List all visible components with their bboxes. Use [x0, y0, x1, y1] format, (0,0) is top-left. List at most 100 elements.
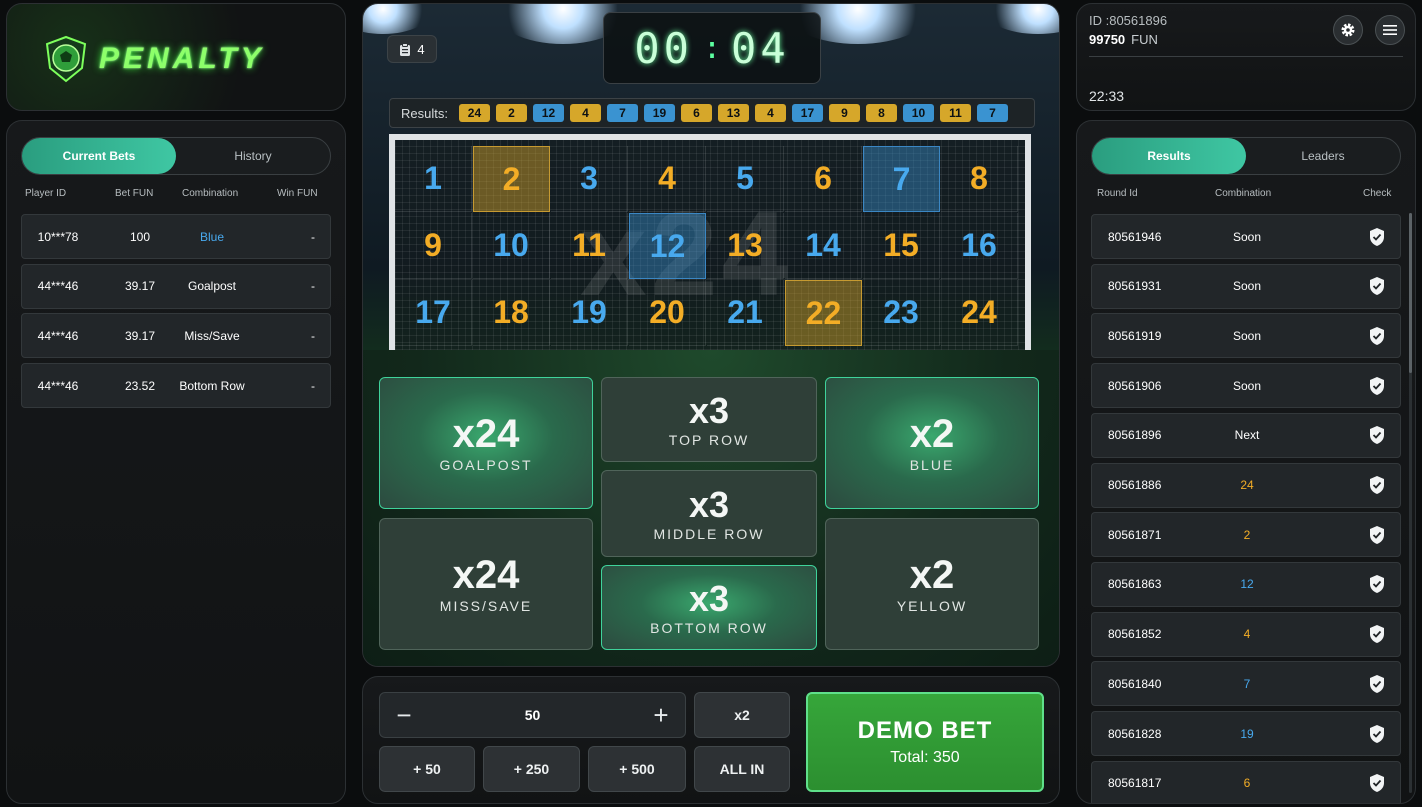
- goal-cell[interactable]: 5: [707, 146, 784, 212]
- option-name: BLUE: [909, 457, 955, 473]
- add-250-button[interactable]: + 250: [483, 746, 580, 792]
- menu-button[interactable]: [1375, 15, 1405, 45]
- demo-bet-button[interactable]: DEMO BET Total: 350: [806, 692, 1044, 792]
- option-bottom-row[interactable]: x3 BOTTOM ROW: [601, 565, 817, 650]
- account-id: ID :80561896: [1089, 13, 1168, 28]
- round-combination: 12: [1240, 577, 1254, 592]
- goal-cell[interactable]: 15: [863, 213, 940, 279]
- option-middle-row[interactable]: x3 MIDDLE ROW: [601, 470, 817, 557]
- all-in-button[interactable]: ALL IN: [694, 746, 790, 792]
- verify-shield-icon[interactable]: [1368, 574, 1386, 594]
- goal-cell[interactable]: 18: [473, 280, 550, 346]
- demo-bet-label: DEMO BET: [857, 717, 993, 744]
- verify-shield-icon[interactable]: [1368, 376, 1386, 396]
- goal-cell[interactable]: 10: [473, 213, 550, 279]
- goal-cell[interactable]: 8: [941, 146, 1018, 212]
- option-top-row[interactable]: x3 TOP ROW: [601, 377, 817, 462]
- bet-win: -: [311, 279, 315, 294]
- result-row: 80561886 24: [1091, 462, 1401, 508]
- add-500-button[interactable]: + 500: [588, 746, 686, 792]
- option-name: MISS/SAVE: [439, 598, 533, 614]
- verify-shield-icon[interactable]: [1368, 674, 1386, 694]
- goal-cell[interactable]: 14: [785, 213, 862, 279]
- round-id: 80561919: [1108, 328, 1162, 343]
- soccer-ball-icon: [45, 35, 87, 83]
- goal-cell[interactable]: 4: [629, 146, 706, 212]
- verify-shield-icon[interactable]: [1368, 624, 1386, 644]
- goal-cell[interactable]: 22: [785, 280, 862, 346]
- scrollbar-thumb[interactable]: [1409, 213, 1412, 373]
- option-miss-save[interactable]: x24 MISS/SAVE: [379, 518, 593, 650]
- tab-leaders[interactable]: Leaders: [1246, 138, 1400, 174]
- goal-cell[interactable]: 2: [473, 146, 550, 212]
- verify-shield-icon[interactable]: [1368, 475, 1386, 495]
- goal-cell[interactable]: 11: [551, 213, 628, 279]
- round-id: 80561886: [1108, 478, 1162, 492]
- option-multiplier: x2: [909, 412, 955, 456]
- goal-cell[interactable]: 9: [395, 213, 472, 279]
- verify-shield-icon[interactable]: [1368, 773, 1386, 793]
- round-combination: Next: [1234, 428, 1260, 443]
- goal-cell[interactable]: 24: [941, 280, 1018, 346]
- account-panel: ID :80561896 99750 FUN 22:33: [1076, 3, 1416, 111]
- round-combination: Soon: [1232, 279, 1262, 294]
- gear-icon: [1341, 23, 1355, 37]
- bet-amount: 100: [129, 229, 151, 244]
- verify-shield-icon[interactable]: [1368, 276, 1386, 296]
- double-bet-button[interactable]: x2: [694, 692, 790, 738]
- option-multiplier: x3: [688, 577, 730, 619]
- tab-results[interactable]: Results: [1092, 138, 1246, 174]
- bet-amount-value[interactable]: 50: [440, 693, 625, 737]
- verify-shield-icon[interactable]: [1368, 227, 1386, 247]
- results-panel: Results Leaders Round Id Combination Che…: [1076, 120, 1416, 804]
- goal-cell[interactable]: 19: [551, 280, 628, 346]
- header-check: Check: [1363, 188, 1392, 199]
- result-chip: 4: [754, 104, 786, 122]
- round-combination: Soon: [1232, 229, 1262, 244]
- option-name: YELLOW: [896, 598, 968, 614]
- bet-player-id: 44***46: [37, 378, 79, 393]
- goal-cell[interactable]: 23: [863, 280, 940, 346]
- goal-cell[interactable]: 20: [629, 280, 706, 346]
- header-bet: Bet FUN: [115, 188, 154, 199]
- result-chip: 12: [532, 104, 564, 122]
- verify-shield-icon[interactable]: [1368, 326, 1386, 346]
- header-combination: Combination: [182, 188, 239, 199]
- verify-shield-icon[interactable]: [1368, 724, 1386, 744]
- goal-cell[interactable]: 1: [395, 146, 472, 212]
- option-yellow[interactable]: x2 YELLOW: [825, 518, 1039, 650]
- settings-button[interactable]: [1333, 15, 1363, 45]
- goal-cell[interactable]: 17: [395, 280, 472, 346]
- tab-history[interactable]: History: [176, 138, 330, 174]
- result-row: 80561931 Soon: [1091, 263, 1401, 309]
- round-badge[interactable]: 4: [387, 35, 437, 63]
- bets-panel: Current Bets History Player ID Bet FUN C…: [6, 120, 346, 804]
- round-id: 80561828: [1108, 726, 1162, 741]
- increase-bet-button[interactable]: +: [639, 693, 683, 737]
- option-blue[interactable]: x2 BLUE: [825, 377, 1039, 509]
- goal-cell[interactable]: 16: [941, 213, 1018, 279]
- goal-cell[interactable]: 6: [785, 146, 862, 212]
- verify-shield-icon[interactable]: [1368, 425, 1386, 445]
- result-chip: 24: [458, 104, 490, 122]
- balance-amount: 99750: [1089, 32, 1126, 47]
- result-chip: 6: [680, 104, 712, 122]
- results-scrollbar[interactable]: [1409, 213, 1412, 793]
- goal-cell[interactable]: 12: [629, 213, 706, 279]
- logo-text: PENALTY: [99, 42, 265, 75]
- header-combination: Combination: [1215, 188, 1272, 199]
- round-combination: 6: [1243, 776, 1251, 791]
- goal-cell[interactable]: 21: [707, 280, 784, 346]
- option-goalpost[interactable]: x24 GOALPOST: [379, 377, 593, 509]
- result-chip: 10: [902, 104, 934, 122]
- goal-cell[interactable]: 3: [551, 146, 628, 212]
- result-chip: 9: [828, 104, 860, 122]
- result-chip: 7: [976, 104, 1008, 122]
- add-50-button[interactable]: + 50: [379, 746, 475, 792]
- decrease-bet-button[interactable]: −: [382, 693, 426, 737]
- goal-cell[interactable]: 13: [707, 213, 784, 279]
- goal-cell[interactable]: 7: [863, 146, 940, 212]
- verify-shield-icon[interactable]: [1368, 525, 1386, 545]
- bet-amount: 39.17: [124, 279, 156, 294]
- tab-current-bets[interactable]: Current Bets: [22, 138, 176, 174]
